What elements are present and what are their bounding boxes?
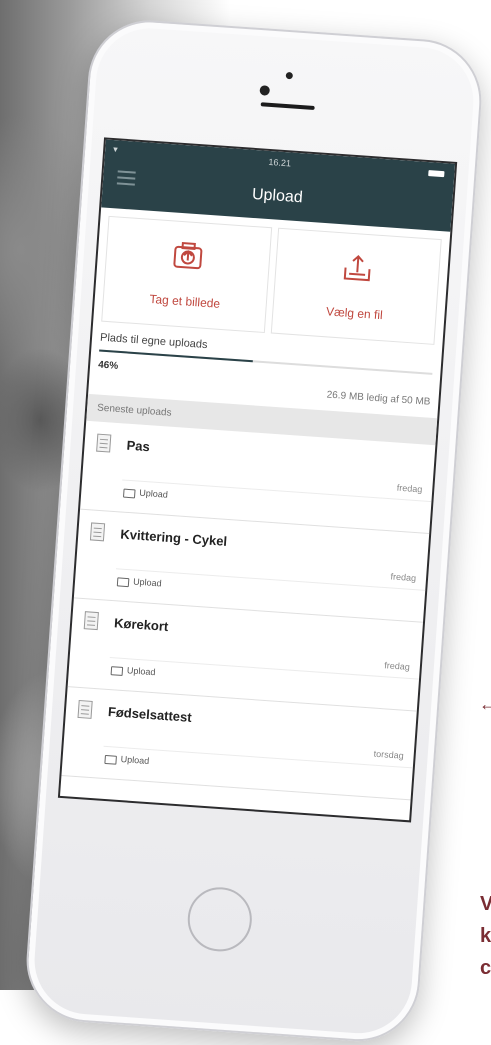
- phone-body: ▾ 16.21 Upload Tag et billede Vælg en fi…: [22, 16, 486, 1045]
- file-upload-icon: [339, 249, 376, 290]
- item-name: Kørekort: [113, 615, 169, 635]
- item-folder: Upload: [126, 665, 156, 678]
- recent-uploads-list: Pas fredag Upload Kvittering - Cykel fre…: [61, 420, 436, 801]
- home-button[interactable]: [185, 885, 254, 954]
- earpiece-speaker: [260, 102, 315, 110]
- phone-mockup: ▾ 16.21 Upload Tag et billede Vælg en fi…: [0, 0, 491, 1045]
- divider: [122, 479, 432, 503]
- folder-icon: [110, 666, 124, 676]
- folder-icon: [116, 577, 130, 588]
- take-photo-label: Tag et billede: [149, 291, 221, 311]
- item-folder: Upload: [139, 487, 169, 500]
- item-name: Kvittering - Cykel: [119, 526, 228, 549]
- app-screen: ▾ 16.21 Upload Tag et billede Vælg en fi…: [57, 137, 458, 823]
- divider: [103, 745, 413, 769]
- front-camera: [259, 85, 271, 96]
- storage-percent: 46%: [97, 359, 119, 372]
- front-sensor: [285, 71, 294, 80]
- document-icon: [77, 699, 93, 719]
- item-folder: Upload: [120, 754, 150, 767]
- item-day: fredag: [396, 482, 423, 495]
- choose-file-label: Vælg en fil: [325, 304, 384, 323]
- battery-icon: [428, 170, 445, 178]
- camera-upload-icon: [170, 237, 207, 278]
- folder-icon: [122, 488, 136, 499]
- storage-free-text: 26.9 MB ledig af 50 MB: [326, 389, 431, 408]
- arrow-left-icon: ←: [479, 694, 491, 714]
- item-day: fredag: [390, 571, 417, 584]
- document-icon: [83, 611, 99, 631]
- item-day: torsdag: [373, 748, 405, 761]
- item-name: Pas: [126, 437, 151, 455]
- item-folder: Upload: [132, 576, 162, 589]
- item-name: Fødselsattest: [107, 704, 193, 725]
- folder-icon: [104, 754, 117, 765]
- take-photo-button[interactable]: Tag et billede: [101, 215, 273, 334]
- side-caption: V k c: [480, 893, 491, 979]
- document-icon: [96, 433, 112, 453]
- document-icon: [89, 522, 106, 542]
- item-day: fredag: [384, 660, 411, 672]
- status-time: 16.21: [268, 156, 292, 169]
- choose-file-button[interactable]: Vælg en fil: [270, 227, 442, 345]
- divider: [109, 657, 420, 680]
- divider: [115, 568, 426, 591]
